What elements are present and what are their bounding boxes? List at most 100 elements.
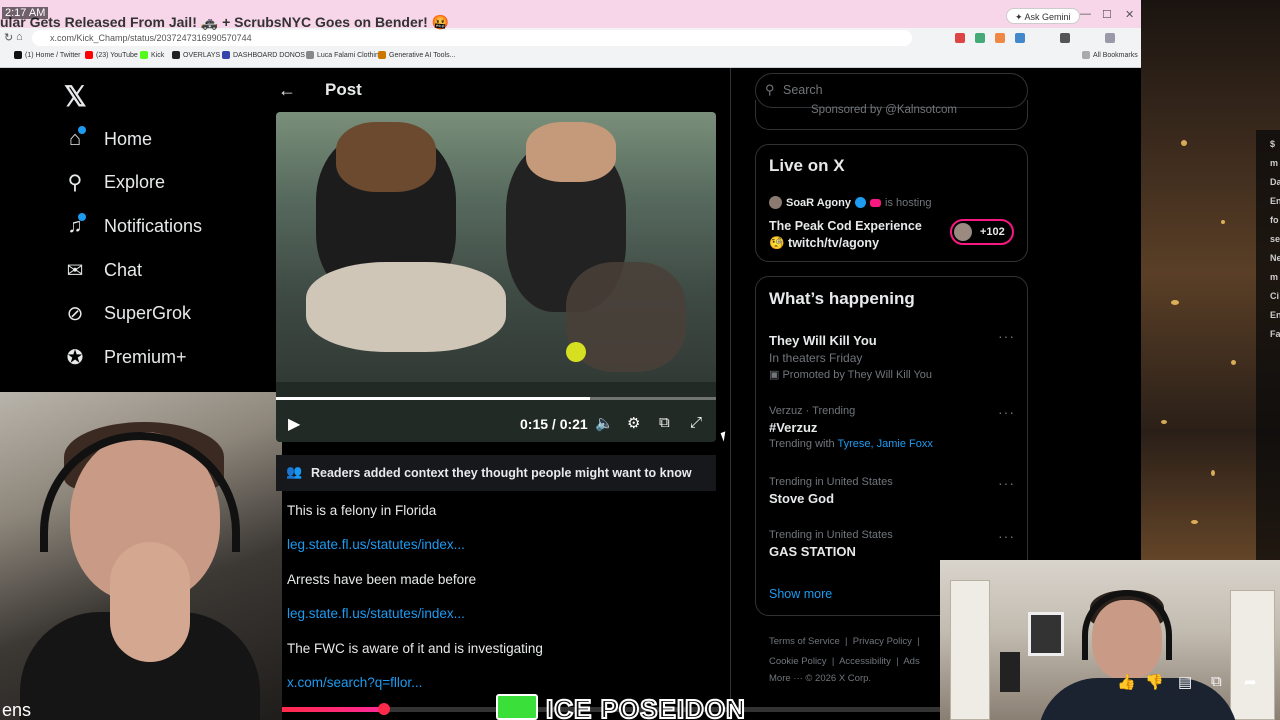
nav-home[interactable]: ⌂ Home [64, 125, 152, 153]
x-logo[interactable]: 𝕏 [64, 80, 87, 113]
address-bar[interactable]: x.com/Kick_Champ/status/2037247316990570… [32, 30, 912, 46]
bookmark-5[interactable]: Luca Falami Clothing [306, 51, 383, 59]
trend-item[interactable]: Verzuz · Trending #Verzuz Trending with … [769, 405, 933, 450]
ask-gemini-button[interactable]: ✦ Ask Gemini [1006, 8, 1080, 24]
bookmark-4[interactable]: DASHBOARD DONOS [222, 51, 305, 59]
settings-gear-icon[interactable]: ⚙ [627, 414, 640, 432]
page-title: Post [325, 80, 362, 99]
browser-chrome: ular Gets Released From Jail! 🚓 + Scrubs… [0, 0, 1141, 68]
note-text: Arrests have been made before [287, 572, 477, 587]
volume-icon[interactable]: 🔈 [595, 414, 614, 432]
dislike-icon[interactable]: 👎 [1145, 673, 1164, 691]
more-options-icon[interactable]: ··· [998, 475, 1015, 491]
fullscreen-icon[interactable]: ⤢ [690, 414, 702, 431]
show-more-link[interactable]: Show more [769, 587, 832, 601]
reload-icon[interactable]: ↻ [4, 31, 13, 44]
footer-links: Cookie Policy | Accessibility | Ads [769, 656, 920, 667]
more-options-icon[interactable]: ··· [998, 528, 1015, 544]
mail-icon: ✉ [66, 259, 84, 282]
trend-item[interactable]: Trending in United States Stove God [769, 476, 893, 506]
footer-link[interactable]: Cookie Policy [769, 656, 827, 667]
nav-explore[interactable]: ⚲ Explore [64, 168, 165, 196]
footer-link[interactable]: Ads [903, 656, 919, 667]
extension-icon[interactable] [995, 33, 1005, 43]
all-bookmarks[interactable]: All Bookmarks [1082, 51, 1138, 59]
space-title[interactable]: The Peak Cod Experience 🧐 twitch/tv/agon… [769, 218, 922, 252]
search-icon: ⚲ [67, 171, 83, 194]
video-player[interactable] [276, 112, 716, 442]
maximize-icon[interactable]: ☐ [1102, 8, 1112, 21]
webcam-right [940, 560, 1280, 720]
nav-premium[interactable]: ✪ Premium+ [64, 343, 187, 371]
promoted-icon: ▣ [769, 369, 783, 381]
nav-notifications[interactable]: ♫ Notifications [64, 212, 202, 240]
avatar [954, 223, 972, 241]
pip-icon[interactable]: ⧉ [659, 414, 670, 431]
community-note-heading: Readers added context they thought peopl… [311, 466, 692, 480]
nav-supergrok[interactable]: ⊘ SuperGrok [64, 299, 191, 327]
mouse-cursor-icon [720, 431, 729, 442]
nav-premium-label: Premium+ [104, 346, 187, 367]
nav-chat-label: Chat [104, 259, 143, 280]
search-icon: ⚲ [765, 82, 775, 97]
footer-links: Terms of Service | Privacy Policy | [769, 636, 920, 647]
nav-home-label: Home [104, 128, 153, 149]
bookmarks-bar: (1) Home / Twitter (23) YouTube Kick OVE… [0, 48, 1141, 66]
whats-happening-title: What’s happening [769, 289, 915, 308]
home-icon[interactable]: ⌂ [16, 31, 23, 43]
footer-link[interactable]: Privacy Policy [853, 636, 912, 647]
listener-count: +102 [980, 226, 1005, 238]
live-host-row[interactable]: SoaR Agony is hosting [769, 196, 931, 209]
trend-item[interactable]: They Will Kill You In theaters Friday ▣ … [769, 330, 932, 381]
footer-link[interactable]: Terms of Service [769, 636, 840, 647]
bookmark-3[interactable]: OVERLAYS [172, 51, 220, 59]
video-time: 0:15 / 0:21 [520, 416, 588, 432]
extension-icon[interactable] [975, 33, 985, 43]
back-arrow-icon[interactable]: ← [278, 80, 298, 101]
nav-explore-label: Explore [104, 171, 166, 192]
bookmark-0[interactable]: (1) Home / Twitter [14, 51, 81, 59]
minimize-icon[interactable]: — [1080, 8, 1091, 20]
grok-icon: ⊘ [66, 302, 84, 325]
share-icon[interactable]: ➦ [1244, 673, 1257, 691]
search-placeholder: Search [783, 83, 823, 97]
video-progress-fill [276, 397, 590, 400]
home-icon: ⌂ [64, 126, 86, 150]
play-icon[interactable]: ▶ [288, 414, 300, 434]
note-text: This is a felony in Florida [287, 503, 437, 518]
host-name: SoaR Agony [786, 196, 851, 209]
bookmark-2[interactable]: Kick [140, 51, 164, 59]
chat-overlay-strip: $ m Da En fo se Ne m Ci En Fa [1256, 130, 1280, 560]
verified-icon: ✪ [66, 346, 84, 369]
save-icon[interactable]: ⧉ [1211, 673, 1222, 690]
more-options-icon[interactable]: ··· [998, 328, 1015, 344]
note-link[interactable]: x.com/search?q=fllor... [287, 675, 422, 690]
stream-progress-fill [282, 707, 386, 712]
stream-clock: 2:17 AM [2, 7, 49, 19]
extension-icon[interactable] [955, 33, 965, 43]
footer-link[interactable]: Accessibility [839, 656, 891, 667]
listener-count-badge[interactable]: +102 [950, 219, 1014, 245]
verified-badge-icon [855, 197, 866, 208]
host-suffix: is hosting [885, 196, 932, 209]
post-header: ← Post [276, 74, 362, 106]
bookmark-6[interactable]: Generative AI Tools... [378, 51, 455, 59]
note-link[interactable]: leg.state.fl.us/statutes/index... [287, 606, 465, 621]
more-options-icon[interactable]: ··· [998, 404, 1015, 420]
trend-item[interactable]: Trending in United States GAS STATION [769, 529, 893, 559]
stream-banner: ICE POSEIDON [545, 693, 746, 720]
stream-progress-knob [378, 703, 390, 715]
nav-chat[interactable]: ✉ Chat [64, 256, 142, 284]
webcam-left [0, 392, 282, 720]
comment-icon[interactable]: ▤ [1178, 673, 1192, 691]
note-text: The FWC is aware of it and is investigat… [287, 641, 543, 656]
note-link[interactable]: leg.state.fl.us/statutes/index... [287, 537, 465, 552]
profile-icon[interactable] [1105, 33, 1115, 43]
like-icon[interactable]: 👍 [1117, 673, 1136, 691]
extension-icon[interactable] [1015, 33, 1025, 43]
close-icon[interactable]: ✕ [1125, 8, 1134, 21]
bookmark-1[interactable]: (23) YouTube [85, 51, 138, 59]
footer-copyright: More ··· © 2026 X Corp. [769, 673, 872, 684]
nav-supergrok-label: SuperGrok [104, 302, 192, 323]
extension-icon[interactable] [1060, 33, 1070, 43]
